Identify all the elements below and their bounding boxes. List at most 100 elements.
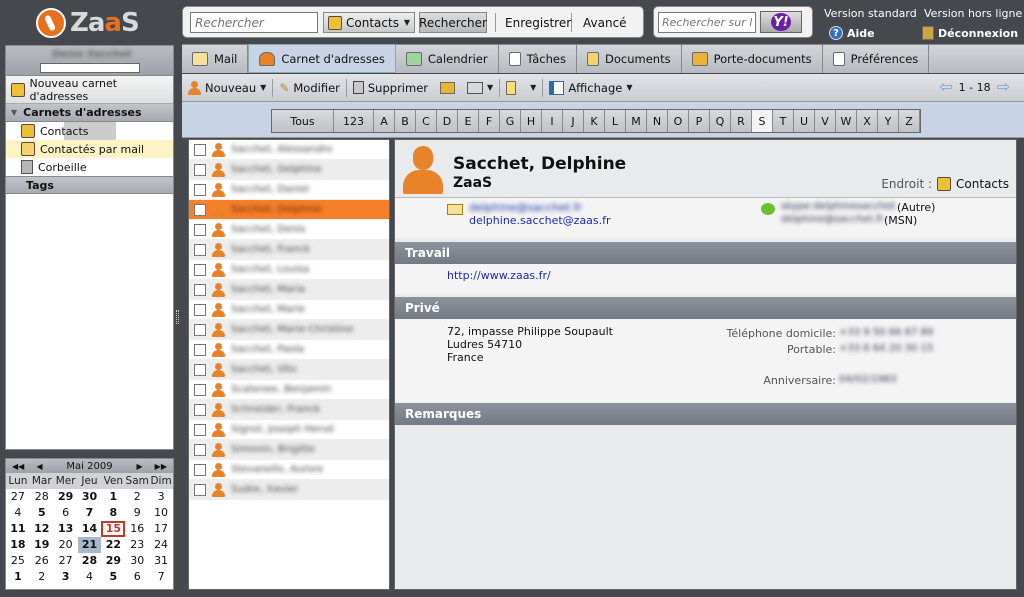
- calendar-day[interactable]: 10: [149, 505, 173, 521]
- calendar-day[interactable]: 12: [30, 521, 54, 537]
- version-offline-link[interactable]: Version hors ligne: [924, 7, 1022, 20]
- contact-list-item[interactable]: Sacchet, Alessandro: [189, 140, 389, 160]
- calendar-day[interactable]: 16: [125, 521, 149, 537]
- calendar-day[interactable]: 28: [30, 489, 54, 505]
- calendar-day[interactable]: 21: [77, 537, 102, 553]
- calendar-day[interactable]: 1: [6, 569, 30, 585]
- calendar-day[interactable]: 3: [149, 489, 173, 505]
- contact-checkbox[interactable]: [194, 243, 206, 256]
- calendar-day[interactable]: 14: [78, 521, 102, 537]
- calendar-day[interactable]: 9: [125, 505, 149, 521]
- view-button[interactable]: Affichage ▼: [543, 76, 638, 100]
- contact-list-item[interactable]: Sacchet, Louisa: [189, 260, 389, 280]
- letter-filter-u[interactable]: U: [794, 110, 815, 132]
- contact-checkbox[interactable]: [194, 163, 206, 176]
- letter-filter-m[interactable]: M: [626, 110, 647, 132]
- calendar-day[interactable]: 18: [6, 537, 30, 553]
- calendar-day[interactable]: 28: [78, 553, 102, 569]
- web-search-input[interactable]: [658, 12, 756, 33]
- save-search-link[interactable]: Enregistrer: [505, 16, 571, 30]
- calendar-day[interactable]: 27: [54, 553, 78, 569]
- letter-filter-i[interactable]: I: [542, 110, 563, 132]
- letter-filter-n[interactable]: N: [647, 110, 668, 132]
- letter-filter-a[interactable]: A: [374, 110, 395, 132]
- calendar-day[interactable]: 6: [54, 505, 78, 521]
- contact-list-item[interactable]: Sacchet, Maria: [189, 280, 389, 300]
- contact-checkbox[interactable]: [194, 343, 206, 356]
- contact-list-item[interactable]: Signol, Joseph Hervé: [189, 420, 389, 440]
- calendar-day[interactable]: 5: [30, 505, 54, 521]
- contact-checkbox[interactable]: [194, 463, 206, 476]
- email-secondary-link[interactable]: delphine.sacchet@zaas.fr: [469, 214, 611, 227]
- letter-filter-r[interactable]: R: [731, 110, 752, 132]
- letter-filter-c[interactable]: C: [416, 110, 437, 132]
- contact-list-item[interactable]: Sudre, Xavier: [189, 480, 389, 500]
- letter-filter-z[interactable]: Z: [899, 110, 920, 132]
- help-link[interactable]: ? Aide: [829, 26, 875, 40]
- tab-documents[interactable]: Documents: [577, 44, 682, 73]
- prev-month-icon[interactable]: ◀: [36, 462, 42, 471]
- calendar-day[interactable]: 17: [149, 521, 173, 537]
- prev-page-arrow-icon[interactable]: ⇦: [939, 79, 952, 95]
- contact-list-item[interactable]: Sacchet, Vito: [189, 360, 389, 380]
- contact-checkbox[interactable]: [194, 423, 206, 436]
- letter-filter-b[interactable]: B: [395, 110, 416, 132]
- calendar-day[interactable]: 7: [149, 569, 173, 585]
- contact-list-item[interactable]: Scatenee, Benjamin: [189, 380, 389, 400]
- contact-list-item[interactable]: Schneider, Franck: [189, 400, 389, 420]
- calendar-day[interactable]: 13: [54, 521, 78, 537]
- contact-checkbox[interactable]: [194, 323, 206, 336]
- yahoo-search-button[interactable]: Y!: [760, 11, 802, 33]
- contact-list-item[interactable]: Sacchet, Franck: [189, 240, 389, 260]
- contact-list-item[interactable]: Stevanello, Aurore: [189, 460, 389, 480]
- contact-checkbox[interactable]: [194, 443, 206, 456]
- tab-briefcase[interactable]: Porte-documents: [681, 44, 823, 73]
- chevron-down-icon[interactable]: ▼: [487, 83, 493, 92]
- chevron-down-icon[interactable]: ▼: [626, 83, 632, 92]
- new-addressbook-button[interactable]: Nouveau carnet d'adresses: [6, 76, 173, 104]
- calendar-day[interactable]: 3: [54, 569, 78, 585]
- contact-checkbox[interactable]: [194, 143, 206, 156]
- letter-filter-o[interactable]: O: [668, 110, 689, 132]
- calendar-day[interactable]: 4: [6, 505, 30, 521]
- calendar-day[interactable]: 29: [54, 489, 78, 505]
- contact-checkbox[interactable]: [194, 203, 206, 216]
- logout-link[interactable]: Déconnexion: [922, 26, 1018, 40]
- letter-filter-k[interactable]: K: [584, 110, 605, 132]
- calendar-day[interactable]: 5: [101, 569, 125, 585]
- letter-filter-j[interactable]: J: [563, 110, 584, 132]
- calendar-day[interactable]: 26: [30, 553, 54, 569]
- calendar-day[interactable]: 24: [149, 537, 173, 553]
- contact-list-item[interactable]: Sacchet, Daniel: [189, 180, 389, 200]
- sidebar-item-emailed-contacts[interactable]: Contactés par mail: [6, 140, 173, 158]
- sidebar-splitter-handle[interactable]: [176, 310, 179, 324]
- calendar-day[interactable]: 25: [6, 553, 30, 569]
- calendar-day[interactable]: 11: [6, 521, 30, 537]
- letter-filter-123[interactable]: 123: [334, 110, 374, 132]
- contact-checkbox[interactable]: [194, 223, 206, 236]
- calendar-day[interactable]: 30: [78, 489, 102, 505]
- search-scope-select[interactable]: Contacts ▼: [323, 12, 415, 33]
- prev-year-icon[interactable]: ◀◀: [12, 462, 24, 471]
- chevron-down-icon[interactable]: ▼: [260, 83, 266, 92]
- tab-preferences[interactable]: Préférences: [822, 44, 930, 73]
- email-primary-link[interactable]: delphine@sacchet.fr: [469, 201, 582, 214]
- letter-filter-w[interactable]: W: [836, 110, 857, 132]
- website-link[interactable]: http://www.zaas.fr/: [447, 269, 551, 282]
- letter-filter-q[interactable]: Q: [710, 110, 731, 132]
- advanced-search-link[interactable]: Avancé: [583, 16, 627, 30]
- letter-filter-p[interactable]: P: [689, 110, 710, 132]
- letter-filter-h[interactable]: H: [521, 110, 542, 132]
- calendar-day[interactable]: 7: [78, 505, 102, 521]
- letter-filter-l[interactable]: L: [605, 110, 626, 132]
- letter-filter-t[interactable]: T: [773, 110, 794, 132]
- letter-filter-v[interactable]: V: [815, 110, 836, 132]
- contact-checkbox[interactable]: [194, 483, 206, 496]
- calendar-day[interactable]: 2: [125, 489, 149, 505]
- calendar-day[interactable]: 22: [101, 537, 125, 553]
- letter-filter-y[interactable]: Y: [878, 110, 899, 132]
- letter-filter-tous[interactable]: Tous: [272, 110, 334, 132]
- sidebar-item-contacts[interactable]: Contacts: [6, 122, 173, 140]
- delete-button[interactable]: Supprimer: [347, 76, 434, 100]
- chevron-down-icon[interactable]: ▼: [530, 83, 536, 92]
